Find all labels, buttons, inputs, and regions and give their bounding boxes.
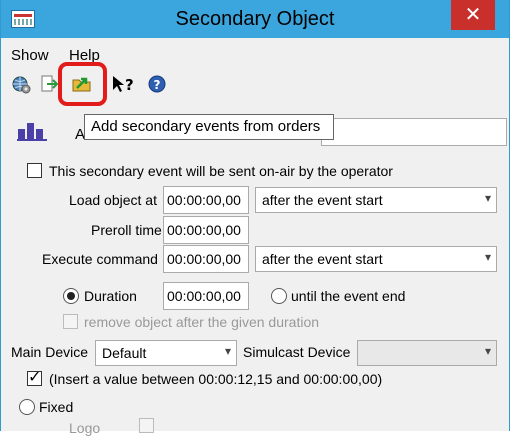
load-object-relation-value: after the event start bbox=[262, 192, 383, 208]
globe-settings-icon[interactable] bbox=[11, 74, 31, 94]
duration-radio[interactable] bbox=[63, 288, 79, 304]
chevron-down-icon: ▾ bbox=[484, 250, 491, 264]
duration-label: Duration bbox=[84, 288, 137, 304]
close-icon: ✕ bbox=[464, 4, 482, 26]
duration-time-field[interactable]: 00:00:00,00 bbox=[163, 282, 249, 310]
execute-relation-value: after the event start bbox=[262, 251, 383, 267]
form-panel: A This secondary event will be sent on-a… bbox=[11, 106, 507, 436]
chevron-down-icon: ▾ bbox=[484, 191, 491, 205]
title-bar[interactable]: Secondary Object ✕ bbox=[1, 0, 509, 38]
menu-show[interactable]: Show bbox=[11, 47, 49, 64]
preroll-time-field[interactable]: 00:00:00,00 bbox=[163, 216, 249, 244]
name-input[interactable] bbox=[321, 118, 507, 146]
until-event-end-label: until the event end bbox=[291, 288, 406, 304]
execute-relation-select[interactable]: after the event start ▾ bbox=[255, 246, 497, 272]
until-event-end-radio[interactable] bbox=[271, 288, 287, 304]
secondary-object-window: Secondary Object ✕ Show Help ? ? A This … bbox=[0, 0, 510, 436]
main-device-label: Main Device bbox=[11, 344, 89, 360]
remove-after-label: remove object after the given duration bbox=[84, 314, 320, 330]
chevron-down-icon: ▾ bbox=[484, 344, 491, 358]
insert-value-checkbox[interactable] bbox=[27, 367, 42, 387]
insert-value-label: (Insert a value between 00:00:12,15 and … bbox=[49, 371, 383, 387]
simulcast-device-label: Simulcast Device bbox=[243, 344, 351, 360]
main-device-select[interactable]: Default ▾ bbox=[95, 340, 237, 366]
highlight-annotation bbox=[58, 62, 107, 106]
execute-time-field[interactable]: 00:00:00,00 bbox=[163, 245, 249, 273]
tooltip: Add secondary events from orders bbox=[84, 114, 334, 140]
simulcast-device-select[interactable]: ▾ bbox=[357, 340, 497, 366]
secondary-object-icon bbox=[17, 123, 47, 141]
close-button[interactable]: ✕ bbox=[451, 0, 495, 30]
main-device-value: Default bbox=[102, 345, 147, 361]
window-title: Secondary Object bbox=[175, 8, 335, 30]
context-help-pointer-icon[interactable]: ? bbox=[111, 74, 137, 94]
load-object-label: Load object at bbox=[69, 192, 157, 208]
import-icon[interactable] bbox=[39, 74, 59, 94]
onair-checkbox[interactable] bbox=[27, 163, 42, 178]
load-object-relation-select[interactable]: after the event start ▾ bbox=[255, 187, 497, 213]
fixed-label: Fixed bbox=[39, 399, 74, 415]
onair-checkbox-label: This secondary event will be sent on-air… bbox=[49, 163, 393, 179]
chevron-down-icon: ▾ bbox=[224, 344, 231, 358]
preroll-label: Preroll time bbox=[91, 222, 162, 238]
fixed-radio[interactable] bbox=[19, 399, 35, 415]
help-icon[interactable]: ? bbox=[147, 74, 167, 94]
svg-text:?: ? bbox=[154, 78, 161, 92]
logo-label: Logo bbox=[69, 420, 101, 436]
remove-after-checkbox[interactable] bbox=[63, 314, 78, 329]
execute-command-label: Execute command bbox=[42, 251, 158, 267]
load-object-time-field[interactable]: 00:00:00,00 bbox=[163, 186, 249, 214]
svg-text:?: ? bbox=[125, 76, 134, 94]
